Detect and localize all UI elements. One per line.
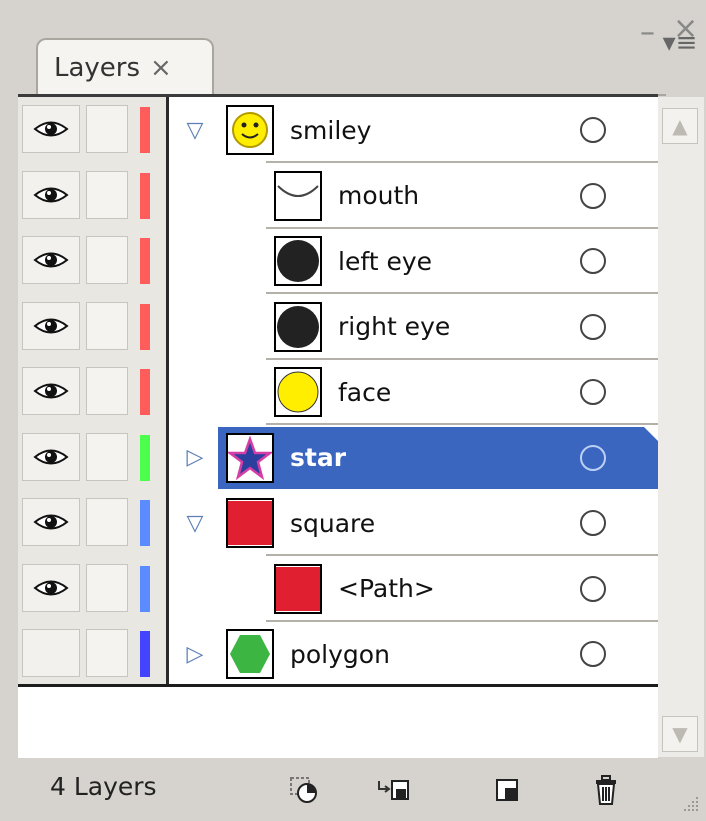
target-circle-icon[interactable] [580,379,606,405]
expand-triangle-open-icon[interactable]: ▽ [178,490,212,556]
target-circle-icon[interactable] [580,575,606,602]
tab-label: Layers [54,53,141,83]
panel-footer: 4 Layers [0,758,706,821]
expand-triangle-open-icon[interactable]: ▽ [178,97,212,163]
delete-layer-button[interactable] [584,770,628,810]
lock-toggle[interactable] [86,432,128,481]
list-bottom-border [18,684,658,687]
target-circle-icon[interactable] [580,510,606,536]
lock-toggle[interactable] [86,236,128,284]
layer-thumbnail [226,629,274,679]
tab-strip: Layers × [8,38,706,96]
visibility-toggle[interactable] [22,301,80,350]
target-circle-icon[interactable] [580,117,606,143]
layer-color-indicator [140,631,150,677]
layer-name[interactable]: left eye [338,228,432,294]
layer-name[interactable]: smiley [290,97,371,163]
new-layer-button[interactable] [486,770,530,810]
scroll-down-button[interactable]: ▼ [662,716,698,752]
layer-row[interactable]: left eye [18,228,658,294]
visibility-toggle[interactable] [22,236,80,284]
tab-layers[interactable]: Layers × [36,38,214,96]
layer-thumbnail [226,105,274,155]
visibility-toggle[interactable] [22,105,80,153]
layer-name[interactable]: polygon [290,621,390,687]
scrollbar[interactable] [658,97,704,757]
layer-row[interactable]: <Path> [18,556,658,622]
eye-icon [33,580,69,595]
layer-name[interactable]: square [290,490,375,556]
layer-color-indicator [140,500,150,546]
eye-icon [33,514,69,530]
eye-icon [33,318,69,333]
layer-color-indicator [140,565,150,612]
lock-toggle[interactable] [86,629,128,677]
layer-color-indicator [140,172,150,219]
visibility-toggle[interactable] [22,563,80,612]
target-circle-icon[interactable] [580,444,606,471]
eye-icon [33,252,69,268]
layer-thumbnail [226,498,274,548]
layer-count: 4 Layers [50,772,157,801]
eye-icon [33,383,69,399]
target-circle-icon[interactable] [580,313,606,340]
visibility-toggle[interactable] [22,170,80,219]
lock-toggle[interactable] [86,170,128,219]
layer-color-indicator [140,238,150,284]
layer-thumbnail [274,236,322,286]
lock-toggle[interactable] [86,367,128,415]
lock-toggle[interactable] [86,563,128,612]
layer-thumbnail [226,432,274,483]
visibility-toggle[interactable] [22,498,80,546]
layer-thumbnail [274,170,322,221]
layer-name[interactable]: star [290,425,346,491]
target-circle-icon[interactable] [580,182,606,209]
resize-grip-icon[interactable] [680,793,700,813]
layer-row[interactable]: face [18,359,658,425]
make-clipping-mask-button[interactable] [282,770,326,810]
layers-panel: – × Layers × ▾≡ ▽ smiley mouth left eye righ… [0,0,706,821]
eye-icon [33,121,69,137]
layer-row[interactable]: ▽ smiley [18,97,658,163]
layer-row[interactable]: ▷ star [18,425,658,491]
tab-close-icon[interactable]: × [150,53,172,83]
create-sublayer-icon [378,780,409,800]
visibility-toggle[interactable] [22,432,80,481]
layer-name[interactable]: right eye [338,294,450,360]
layer-color-indicator [140,107,150,153]
lock-toggle[interactable] [86,498,128,546]
layer-thumbnail [274,563,322,614]
new-layer-icon [496,779,518,801]
layer-name[interactable]: mouth [338,163,419,229]
layer-thumbnail [274,367,322,417]
selection-corner [644,426,658,441]
layer-row[interactable]: mouth [18,163,658,229]
panel-menu-icon[interactable]: ▾≡ [660,28,700,58]
trash-icon [596,775,616,805]
create-sublayer-button[interactable] [372,770,416,810]
layer-thumbnail [274,301,322,352]
layer-color-indicator [140,434,150,481]
layer-row[interactable]: ▽ square [18,490,658,556]
layer-row[interactable]: ▷ polygon [18,621,658,687]
scroll-up-button[interactable]: ▲ [662,108,698,144]
layer-color-indicator [140,369,150,415]
visibility-toggle[interactable] [22,629,80,677]
make-clipping-mask-icon [290,777,317,803]
lock-toggle[interactable] [86,301,128,350]
expand-triangle-closed-icon[interactable]: ▷ [178,621,212,687]
target-circle-icon[interactable] [580,248,606,274]
target-circle-icon[interactable] [580,641,606,667]
layer-name[interactable]: face [338,359,391,425]
expand-triangle-closed-icon[interactable]: ▷ [178,425,212,491]
eye-icon [33,449,69,464]
column-divider [166,97,169,684]
layer-name[interactable]: <Path> [338,556,435,622]
visibility-toggle[interactable] [22,367,80,415]
eye-icon [33,187,69,202]
lock-toggle[interactable] [86,105,128,153]
layer-color-indicator [140,303,150,350]
layer-row[interactable]: right eye [18,294,658,360]
